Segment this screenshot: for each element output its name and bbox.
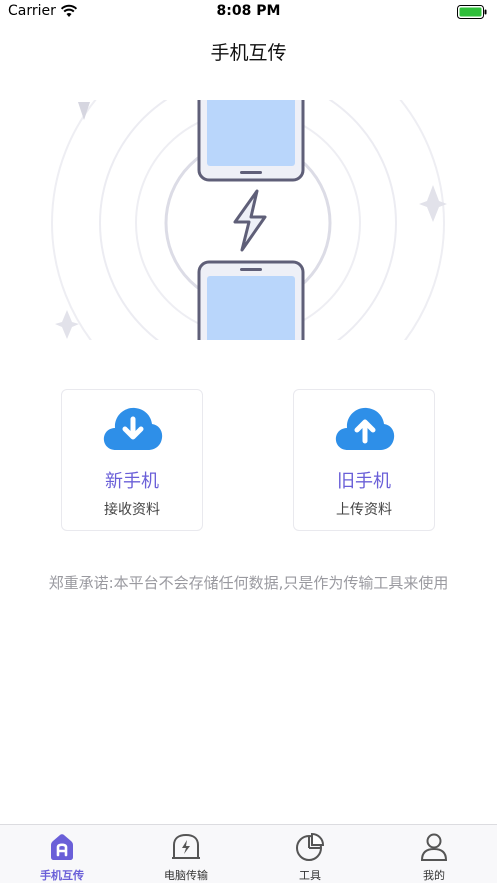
battery-icon: [457, 5, 487, 19]
tab-computer-transfer[interactable]: 电脑传输: [124, 825, 248, 883]
computer-transfer-icon: [172, 833, 200, 859]
new-phone-subtitle: 接收资料: [104, 502, 160, 518]
tab-label: 手机互传: [40, 869, 84, 882]
pie-chart-icon: [296, 832, 325, 861]
tab-label: 工具: [299, 869, 321, 882]
tab-bar: 手机互传 电脑传输 工具 我的: [0, 824, 497, 883]
privacy-notice: 郑重承诺:本平台不会存储任何数据,只是作为传输工具来使用: [48, 574, 449, 592]
phone-transfer-illustration: [50, 100, 447, 340]
old-phone-card[interactable]: 旧手机 上传资料: [293, 389, 435, 531]
tab-tools[interactable]: 工具: [248, 825, 372, 883]
page-title: 手机互传: [210, 42, 287, 64]
new-phone-card[interactable]: 新手机 接收资料: [61, 389, 203, 531]
tab-phone-transfer[interactable]: 手机互传: [0, 825, 124, 883]
old-phone-subtitle: 上传资料: [336, 502, 392, 518]
tab-label: 电脑传输: [164, 869, 208, 882]
new-phone-title: 新手机: [105, 471, 159, 492]
old-phone-title: 旧手机: [337, 471, 391, 492]
status-bar: Carrier 8:08 PM: [0, 0, 497, 24]
tab-mine[interactable]: 我的: [372, 825, 496, 883]
user-icon: [420, 833, 448, 861]
status-time: 8:08 PM: [216, 3, 281, 19]
cloud-upload-icon: [335, 407, 395, 450]
tab-label: 我的: [423, 869, 445, 882]
cloud-download-icon: [103, 407, 163, 450]
home-a-icon: [51, 834, 73, 860]
